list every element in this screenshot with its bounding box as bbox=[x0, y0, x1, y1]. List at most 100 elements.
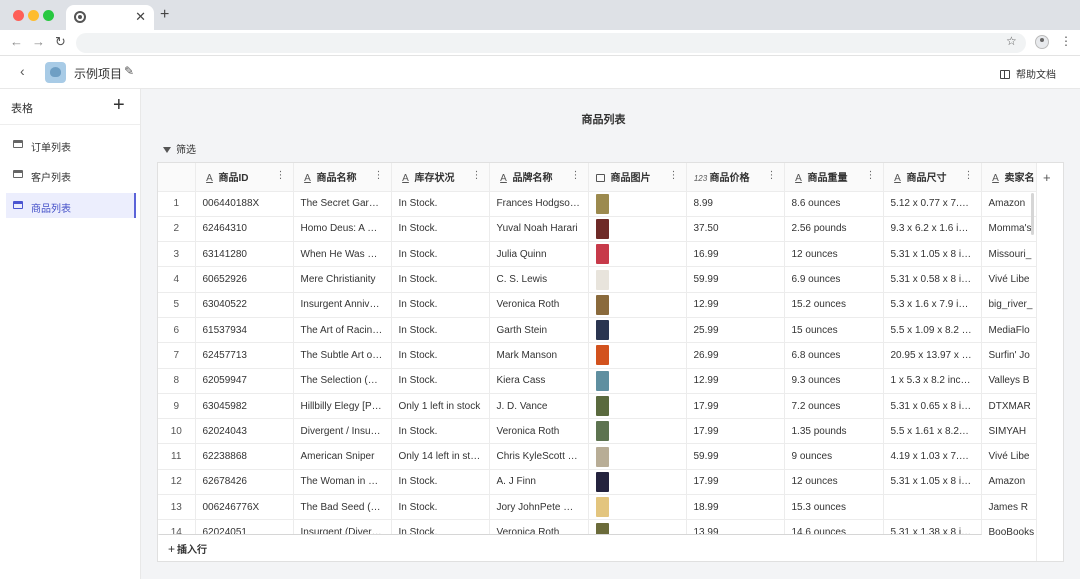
price-cell[interactable]: 17.99 bbox=[686, 469, 785, 496]
window-close-dot[interactable] bbox=[13, 10, 24, 21]
product-name-cell[interactable]: The Woman in Cabin 10 bbox=[293, 469, 392, 496]
table-row[interactable]: 262464310Homo Deus: A Brief HistoryIn St… bbox=[158, 216, 1036, 243]
stock-status-cell[interactable]: In Stock. bbox=[391, 317, 490, 344]
edit-pencil-icon[interactable]: ✎ bbox=[124, 64, 134, 78]
column-menu-icon[interactable]: ⋮ bbox=[276, 170, 286, 181]
product-image-cell[interactable] bbox=[588, 216, 687, 243]
product-image-cell[interactable] bbox=[588, 519, 687, 535]
stock-status-cell[interactable]: In Stock. bbox=[391, 494, 490, 521]
weight-cell[interactable]: 7.2 ounces bbox=[784, 393, 884, 420]
stock-status-cell[interactable]: In Stock. bbox=[391, 241, 490, 268]
weight-cell[interactable]: 2.56 pounds bbox=[784, 216, 884, 243]
weight-cell[interactable]: 9 ounces bbox=[784, 443, 884, 470]
weight-cell[interactable]: 6.9 ounces bbox=[784, 266, 884, 293]
product-image-cell[interactable] bbox=[588, 241, 687, 268]
seller-cell[interactable]: Missouri_ bbox=[981, 241, 1036, 268]
brand-name-cell[interactable]: Frances Hodgson Burnett bbox=[489, 191, 589, 217]
tab-close-icon[interactable]: ✕ bbox=[135, 9, 146, 25]
product-image-cell[interactable] bbox=[588, 191, 687, 217]
product-image-cell[interactable] bbox=[588, 469, 687, 496]
dimensions-cell[interactable]: 5.5 x 1.09 x 8.2 inches bbox=[883, 317, 982, 344]
seller-cell[interactable]: Amazon bbox=[981, 469, 1036, 496]
column-header[interactable]: A 商品重量 ⋮ bbox=[784, 163, 884, 192]
weight-cell[interactable]: 15.3 ounces bbox=[784, 494, 884, 521]
seller-cell[interactable]: Amazon bbox=[981, 191, 1036, 217]
seller-cell[interactable]: SIMYAH bbox=[981, 418, 1036, 445]
brand-name-cell[interactable]: Mark Manson bbox=[489, 342, 589, 369]
dimensions-cell[interactable]: 1 x 5.3 x 8.2 inches bbox=[883, 368, 982, 394]
brand-name-cell[interactable]: Julia Quinn bbox=[489, 241, 589, 268]
dimensions-cell[interactable]: 5.3 x 1.6 x 7.9 inches bbox=[883, 292, 982, 318]
stock-status-cell[interactable]: Only 14 left in stock bbox=[391, 443, 490, 470]
product-id-cell[interactable]: 61537934 bbox=[195, 317, 294, 344]
seller-cell[interactable]: Vivé Libe bbox=[981, 443, 1036, 470]
add-table-button[interactable]: + bbox=[113, 93, 125, 117]
price-cell[interactable]: 25.99 bbox=[686, 317, 785, 344]
stock-status-cell[interactable]: In Stock. bbox=[391, 266, 490, 293]
brand-name-cell[interactable]: Garth Stein bbox=[489, 317, 589, 344]
column-menu-icon[interactable]: ⋮ bbox=[964, 170, 974, 181]
dimensions-cell[interactable]: 5.12 x 0.77 x 7.8 inches bbox=[883, 191, 982, 217]
weight-cell[interactable]: 15 ounces bbox=[784, 317, 884, 344]
browser-back-icon[interactable]: ← bbox=[10, 34, 23, 49]
dimensions-cell[interactable]: 9.3 x 6.2 x 1.6 inches bbox=[883, 216, 982, 243]
product-image-cell[interactable] bbox=[588, 317, 687, 344]
price-cell[interactable]: 12.99 bbox=[686, 368, 785, 394]
weight-cell[interactable]: 15.2 ounces bbox=[784, 292, 884, 318]
product-id-cell[interactable]: 62059947 bbox=[195, 368, 294, 394]
price-cell[interactable]: 13.99 bbox=[686, 519, 785, 535]
column-header[interactable]: A卖家名⋮ bbox=[981, 163, 1036, 192]
price-cell[interactable]: 59.99 bbox=[686, 266, 785, 293]
column-menu-icon[interactable]: ⋮ bbox=[571, 170, 581, 181]
browser-menu-icon[interactable]: ⋮ bbox=[1060, 34, 1072, 48]
product-image-cell[interactable] bbox=[588, 368, 687, 394]
product-id-cell[interactable]: 60652926 bbox=[195, 266, 294, 293]
table-row[interactable]: 862059947The Selection (The Selection)In… bbox=[158, 368, 1036, 394]
address-bar[interactable] bbox=[76, 33, 1026, 53]
product-id-cell[interactable]: 62024051 bbox=[195, 519, 294, 535]
column-header[interactable]: 123 商品价格 ⋮ bbox=[686, 163, 785, 192]
product-image-cell[interactable] bbox=[588, 342, 687, 369]
weight-cell[interactable]: 14.6 ounces bbox=[784, 519, 884, 535]
price-cell[interactable]: 18.99 bbox=[686, 494, 785, 521]
product-id-cell[interactable]: 63045982 bbox=[195, 393, 294, 420]
column-menu-icon[interactable]: ⋮ bbox=[472, 170, 482, 181]
product-id-cell[interactable]: 006440188X bbox=[195, 191, 294, 217]
column-menu-icon[interactable]: ⋮ bbox=[866, 170, 876, 181]
table-row[interactable]: 661537934The Art of Racing in the RainIn… bbox=[158, 317, 1036, 344]
table-row[interactable]: 11 62238868 American Sniper Only 14 left in… bbox=[158, 443, 1036, 470]
dimensions-cell[interactable]: 5.31 x 0.65 x 8 inches bbox=[883, 393, 982, 420]
product-name-cell[interactable]: The Selection (The Selection) bbox=[293, 368, 392, 394]
product-name-cell[interactable]: The Art of Racing in the Rain bbox=[293, 317, 392, 344]
table-row[interactable]: 14 62024051 Insurgent (Divergent) In Stock.… bbox=[158, 519, 1036, 535]
price-cell[interactable]: 59.99 bbox=[686, 443, 785, 470]
stock-status-cell[interactable]: In Stock. bbox=[391, 519, 490, 535]
seller-cell[interactable]: big_river_ bbox=[981, 292, 1036, 318]
product-name-cell[interactable]: Hillbilly Elegy [Paperback] bbox=[293, 393, 392, 420]
seller-cell[interactable]: BooBooks bbox=[981, 519, 1036, 535]
brand-name-cell[interactable]: J. D. Vance bbox=[489, 393, 589, 420]
seller-cell[interactable]: Surfin' Jo bbox=[981, 342, 1036, 369]
column-menu-icon[interactable]: ⋮ bbox=[767, 170, 777, 181]
seller-cell[interactable]: MediaFlo bbox=[981, 317, 1036, 344]
product-name-cell[interactable]: Mere Christianity bbox=[293, 266, 392, 293]
window-minimize-dot[interactable] bbox=[28, 10, 39, 21]
table-row[interactable]: 1262678426The Woman in Cabin 10In Stock.… bbox=[158, 469, 1036, 496]
grid-viewport[interactable]: A 商品ID ⋮ A 商品名称 ⋮ A 库存状况 ⋮ A 品牌名称 ⋮ 商品图片 ⋮ 123 商品价格 ⋮ A 商品… bbox=[158, 163, 1036, 535]
product-name-cell[interactable]: Insurgent (Divergent) bbox=[293, 519, 392, 535]
product-id-cell[interactable]: 62457713 bbox=[195, 342, 294, 369]
product-id-cell[interactable]: 006246776X bbox=[195, 494, 294, 521]
product-image-cell[interactable] bbox=[588, 266, 687, 293]
product-name-cell[interactable]: Insurgent Anniversary Edition bbox=[293, 292, 392, 318]
brand-name-cell[interactable]: Kiera Cass bbox=[489, 368, 589, 394]
stock-status-cell[interactable]: In Stock. bbox=[391, 469, 490, 496]
weight-cell[interactable]: 12 ounces bbox=[784, 469, 884, 496]
column-header[interactable]: A 品牌名称 ⋮ bbox=[489, 163, 589, 192]
filter-button[interactable]: 筛选 bbox=[163, 141, 196, 156]
dimensions-cell[interactable]: 5.5 x 1.61 x 8.25 inches bbox=[883, 418, 982, 445]
brand-name-cell[interactable]: Chris KyleScott McEwen bbox=[489, 443, 589, 470]
stock-status-cell[interactable]: In Stock. bbox=[391, 418, 490, 445]
product-name-cell[interactable]: When He Was Wicked bbox=[293, 241, 392, 268]
product-id-cell[interactable]: 62678426 bbox=[195, 469, 294, 496]
table-row[interactable]: 963045982Hillbilly Elegy [Paperback]Only… bbox=[158, 393, 1036, 420]
